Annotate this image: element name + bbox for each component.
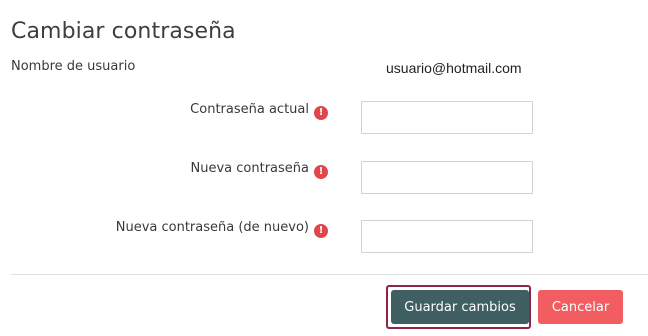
current-password-input[interactable] bbox=[361, 101, 533, 134]
save-changes-button[interactable]: Guardar cambios bbox=[391, 290, 529, 324]
current-password-label: Contraseña actual bbox=[190, 102, 309, 117]
new-password-label: Nueva contraseña bbox=[190, 161, 309, 176]
exclamation-circle-icon: ! bbox=[314, 106, 328, 120]
page-title: Cambiar contraseña bbox=[11, 19, 236, 44]
exclamation-circle-icon: ! bbox=[314, 224, 328, 238]
change-password-page: Cambiar contraseña Nombre de usuario usu… bbox=[0, 0, 648, 336]
username-value: usuario@hotmail.com bbox=[386, 60, 522, 76]
cancel-button[interactable]: Cancelar bbox=[538, 290, 623, 324]
confirm-password-input[interactable] bbox=[361, 220, 533, 253]
confirm-password-label: Nueva contraseña (de nuevo) bbox=[115, 220, 309, 235]
username-label: Nombre de usuario bbox=[11, 59, 136, 74]
exclamation-circle-icon: ! bbox=[314, 165, 328, 179]
form-divider bbox=[11, 274, 648, 275]
new-password-input[interactable] bbox=[361, 161, 533, 194]
